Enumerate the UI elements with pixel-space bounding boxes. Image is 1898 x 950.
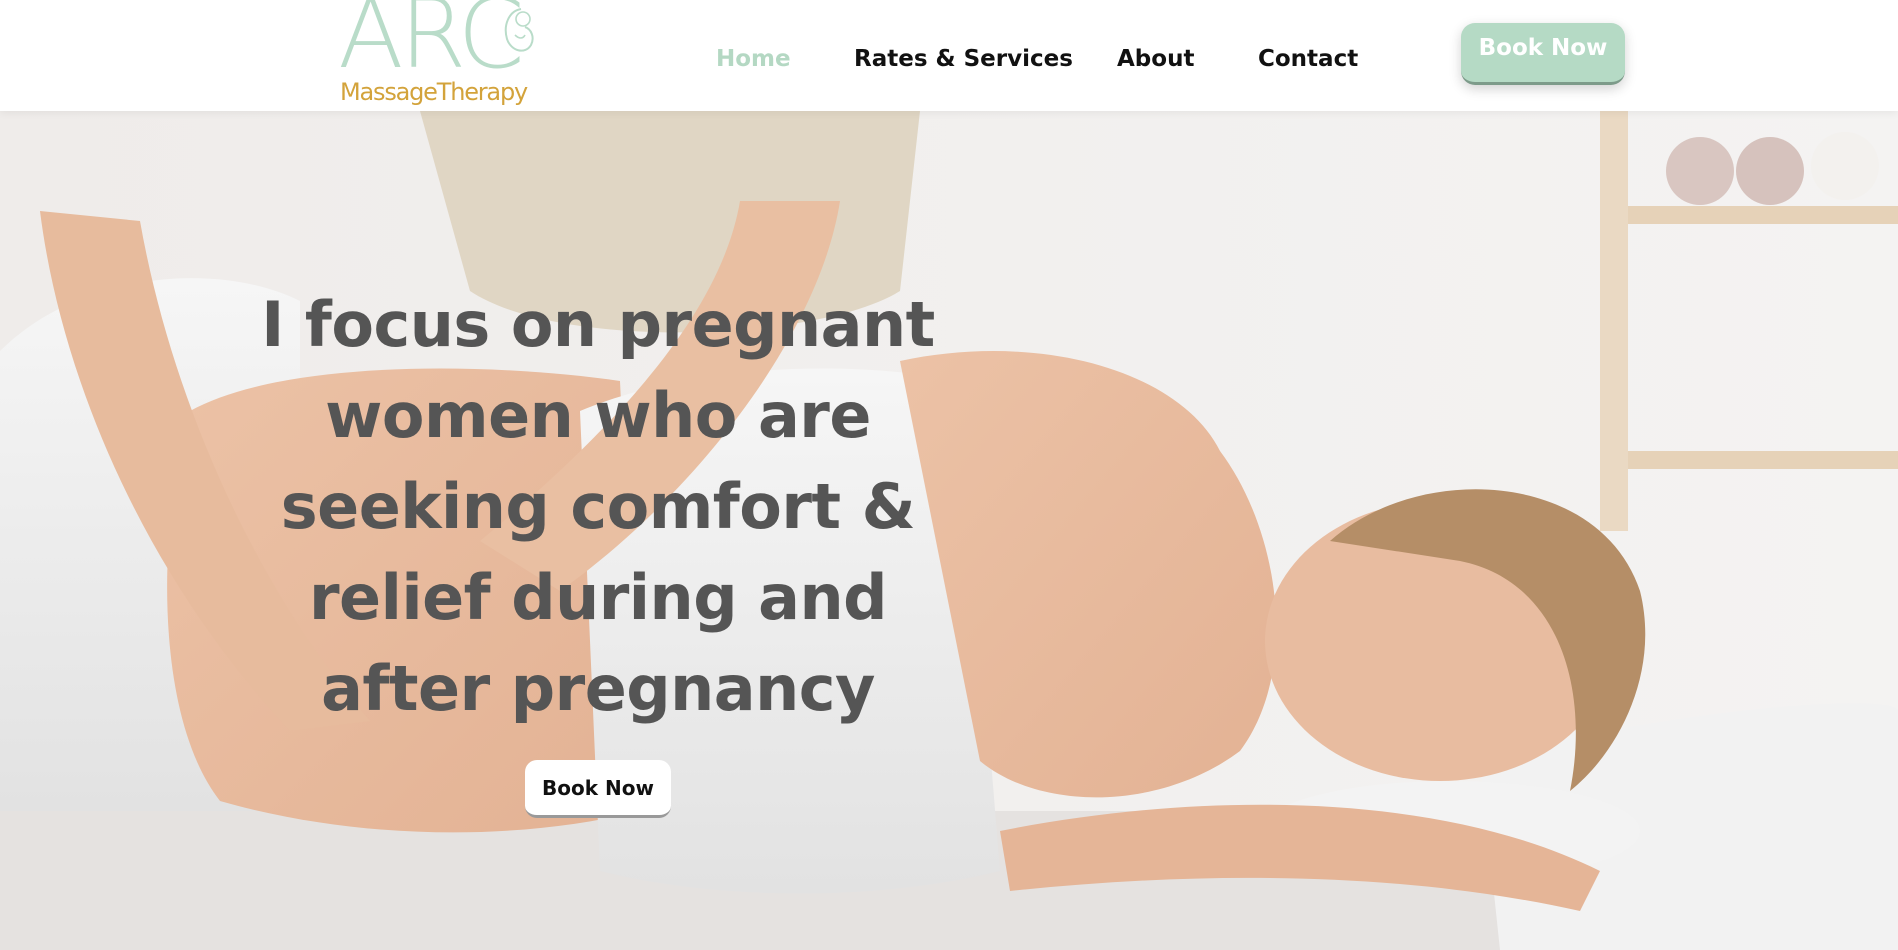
logo-subtitle: MassageTherapy: [340, 78, 528, 106]
logo-wordmark: ARC: [338, 0, 525, 90]
nav-rates-services[interactable]: Rates & Services: [854, 44, 1073, 74]
nav-home[interactable]: Home: [716, 44, 791, 74]
fetus-icon: [504, 8, 534, 52]
header-book-now-button[interactable]: Book Now: [1461, 23, 1625, 85]
nav-about[interactable]: About: [1117, 44, 1194, 74]
site-header: ARC MassageTherapy Home Rates & Services…: [0, 0, 1898, 111]
hero-headline: I focus on pregnant women who are seekin…: [261, 288, 935, 725]
nav-contact[interactable]: Contact: [1258, 44, 1358, 74]
hero-book-now-button[interactable]: Book Now: [525, 760, 671, 818]
logo[interactable]: ARC MassageTherapy: [338, 0, 542, 111]
hero-section: I focus on pregnant women who are seekin…: [0, 111, 1898, 950]
